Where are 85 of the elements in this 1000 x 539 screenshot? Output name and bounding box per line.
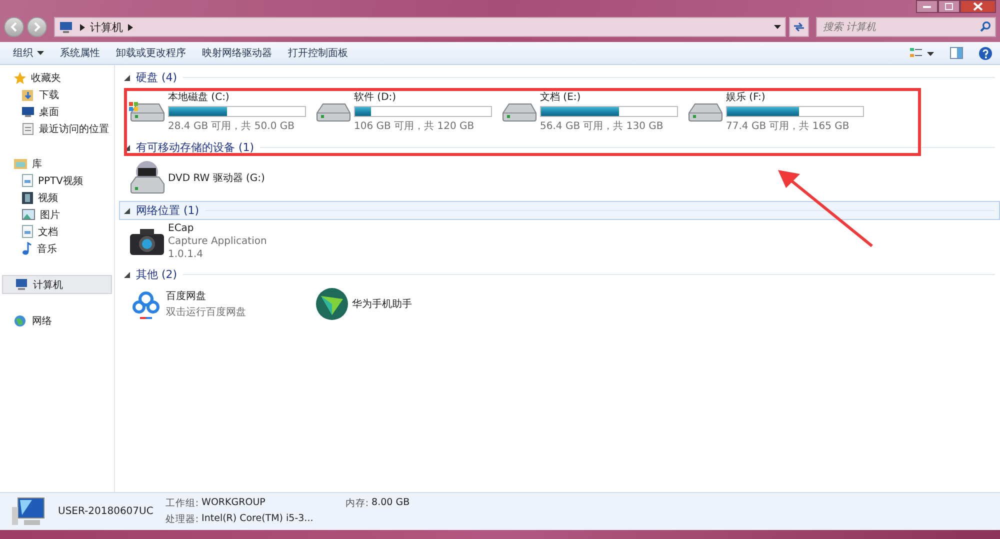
toolbar-button[interactable]: 卸载或更改程序 — [111, 44, 191, 62]
toolbar-button[interactable]: 系统属性 — [55, 44, 105, 62]
back-button[interactable] — [4, 17, 24, 37]
item-name[interactable]: 软件 (D:) — [354, 90, 396, 104]
drive-capacity: 77.4 GB 可用，共 165 GB — [726, 120, 850, 133]
collapse-icon — [124, 272, 130, 278]
item-name[interactable]: ECap — [168, 223, 194, 234]
refresh-button[interactable] — [789, 17, 809, 37]
toolbar-button[interactable]: 组织 — [8, 44, 49, 62]
breadcrumb[interactable]: 计算机 — [90, 20, 123, 34]
star-icon — [14, 72, 26, 84]
group-header[interactable]: 其他 (2) — [119, 265, 1000, 284]
sidebar-item[interactable]: 文档 — [0, 223, 114, 240]
info-label: 处理器: — [165, 513, 199, 526]
picture-icon — [22, 209, 35, 220]
item-name[interactable]: 本地磁盘 (C:) — [168, 90, 230, 104]
sidebar-item[interactable]: 桌面 — [0, 103, 114, 120]
refresh-icon — [793, 22, 805, 32]
search-field[interactable]: 搜索 计算机 — [816, 17, 996, 37]
sidebar-item[interactable]: 下载 — [0, 86, 114, 103]
group-header[interactable]: 硬盘 (4) — [119, 68, 1000, 87]
search-icon — [980, 21, 991, 32]
forward-button[interactable] — [27, 17, 47, 37]
sidebar-item[interactable]: PPTV视频 — [0, 172, 114, 189]
sidebar-item[interactable]: 图片 — [0, 206, 114, 223]
close-button[interactable] — [960, 0, 996, 13]
info-label: 内存: — [345, 497, 369, 510]
item-description: 双击运行百度网盘 — [166, 306, 246, 319]
computer-name: USER-20180607UC — [58, 506, 154, 517]
app-icon — [315, 287, 349, 321]
item-name[interactable]: 华为手机助手 — [352, 297, 412, 311]
info-value: 8.00 GB — [372, 497, 410, 510]
drive-capacity: 56.4 GB 可用，共 130 GB — [540, 120, 664, 133]
sidebar-item[interactable]: 收藏夹 — [0, 69, 114, 86]
sidebar-item[interactable]: 视频 — [0, 189, 114, 206]
toolbar-button[interactable]: 打开控制面板 — [283, 44, 353, 62]
collapse-icon — [124, 74, 130, 80]
chevron-icon — [128, 24, 133, 30]
minimize-button[interactable] — [916, 0, 938, 13]
film-icon — [22, 192, 33, 204]
sidebar-item[interactable]: 库 — [0, 155, 114, 172]
item-name[interactable]: 文档 (E:) — [540, 90, 581, 104]
monitor-icon — [22, 106, 34, 117]
sidebar-item[interactable]: 网络 — [0, 312, 114, 329]
close-icon — [973, 2, 983, 11]
restore-button[interactable] — [938, 0, 960, 13]
group-header[interactable]: 网络位置 (1) — [119, 201, 1000, 220]
dvd-drive-icon — [129, 160, 165, 196]
caret-icon — [37, 51, 44, 55]
dropdown-icon[interactable] — [774, 25, 781, 29]
view-options-icon[interactable] — [910, 47, 934, 59]
sidebar-item[interactable]: 最近访问的位置 — [0, 120, 114, 137]
item-name[interactable]: 娱乐 (F:) — [726, 90, 766, 104]
document-icon — [22, 122, 34, 134]
drive-capacity: 106 GB 可用，共 120 GB — [354, 120, 474, 133]
preview-pane-icon[interactable] — [950, 47, 963, 59]
item-description: 1.0.1.4 — [168, 249, 203, 260]
computer-icon — [59, 21, 73, 33]
computer-icon — [15, 279, 28, 290]
minimize-icon — [922, 4, 932, 8]
camera-icon — [129, 228, 165, 256]
drive-capacity: 28.4 GB 可用，共 50.0 GB — [168, 120, 294, 133]
document-icon — [22, 225, 33, 238]
folder-icon — [14, 158, 27, 169]
globe-icon — [14, 314, 27, 326]
folder-icon — [22, 88, 34, 100]
collapse-icon — [124, 208, 130, 214]
info-label: 工作组: — [165, 497, 199, 510]
computer-icon — [12, 496, 46, 526]
restore-icon — [944, 2, 954, 11]
info-value: Intel(R) Core(TM) i5-3... — [202, 513, 314, 526]
sidebar-item[interactable]: 计算机 — [2, 275, 112, 294]
document-icon — [22, 174, 33, 187]
collapse-icon — [124, 144, 130, 150]
sidebar-item[interactable]: 音乐 — [0, 240, 114, 257]
address-bar[interactable]: 计算机 — [54, 17, 786, 37]
toolbar-button[interactable]: 映射网络驱动器 — [197, 44, 277, 62]
chevron-icon — [80, 24, 85, 30]
help-icon[interactable] — [979, 46, 992, 60]
music-note-icon — [22, 242, 32, 255]
item-name[interactable]: 百度网盘 — [166, 289, 206, 303]
info-value: WORKGROUP — [202, 497, 266, 510]
item-name[interactable]: DVD RW 驱动器 (G:) — [168, 171, 265, 185]
group-header[interactable]: 有可移动存储的设备 (1) — [119, 138, 1000, 157]
item-description: Capture Application — [168, 236, 267, 247]
